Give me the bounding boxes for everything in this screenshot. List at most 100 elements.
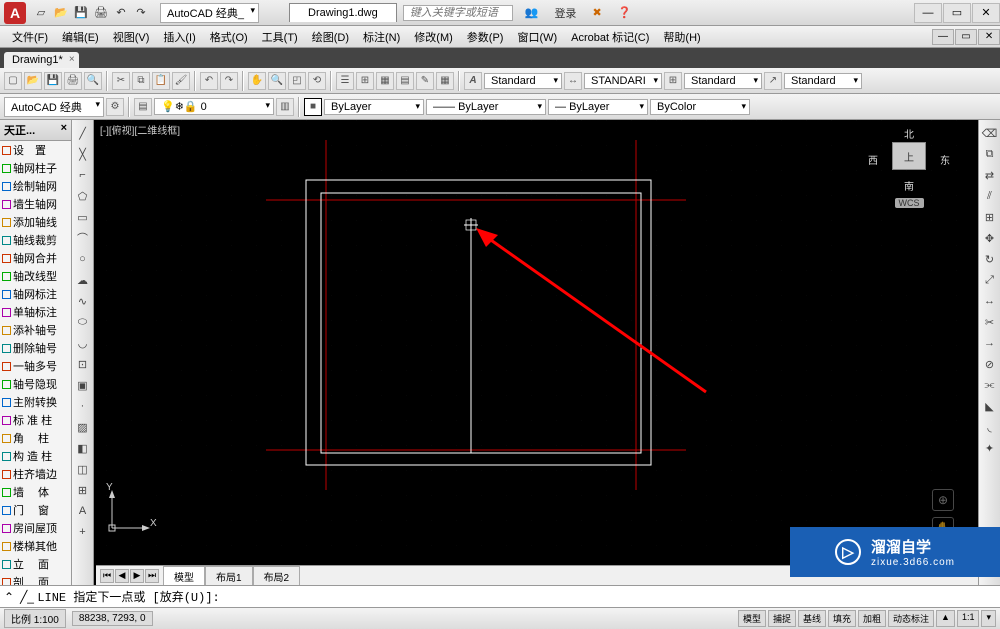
print-icon[interactable]: 🖨: [64, 72, 82, 90]
sidebar-item[interactable]: 轴线裁剪: [0, 231, 71, 249]
fillet-icon[interactable]: ◟: [981, 418, 999, 436]
menu-acrobat[interactable]: Acrobat 标记(C): [565, 27, 655, 47]
sidebar-item[interactable]: 墙 体: [0, 483, 71, 501]
region-icon[interactable]: ◫: [74, 460, 92, 478]
menu-help[interactable]: 帮助(H): [657, 27, 706, 47]
tablestyle-icon[interactable]: ⊞: [664, 72, 682, 90]
layout-prev-icon[interactable]: ◀: [115, 569, 129, 583]
maximize-button[interactable]: ▭: [943, 3, 971, 23]
color-icon[interactable]: ■: [304, 98, 322, 116]
menu-format[interactable]: 格式(O): [204, 27, 254, 47]
sidebar-item[interactable]: 构 造 柱: [0, 447, 71, 465]
layout-last-icon[interactable]: ⏭: [145, 569, 159, 583]
coords-display[interactable]: 88238, 7293, 0: [72, 611, 153, 626]
pan-icon[interactable]: ✋: [248, 72, 266, 90]
exchange-icon[interactable]: ✖: [588, 6, 605, 19]
sidebar-item[interactable]: 楼梯其他: [0, 537, 71, 555]
mtext-icon[interactable]: A: [74, 502, 92, 520]
workspace-dropdown-2[interactable]: AutoCAD 经典: [4, 97, 104, 117]
search-input[interactable]: [403, 5, 513, 21]
sidebar-item[interactable]: 单轴标注: [0, 303, 71, 321]
explode-icon[interactable]: ✦: [981, 439, 999, 457]
compass-west[interactable]: 西: [868, 152, 878, 167]
status-baseline[interactable]: 基线: [798, 610, 826, 627]
rotate-icon[interactable]: ↻: [981, 250, 999, 268]
stretch-icon[interactable]: ↔: [981, 292, 999, 310]
sidebar-item[interactable]: 轴号隐现: [0, 375, 71, 393]
circle-icon[interactable]: ○: [74, 250, 92, 268]
menu-view[interactable]: 视图(V): [107, 27, 156, 47]
dimstyle-icon[interactable]: ↔: [564, 72, 582, 90]
status-more-icon[interactable]: ▾: [981, 610, 996, 627]
polygon-icon[interactable]: ⬠: [74, 187, 92, 205]
ellipsearc-icon[interactable]: ◡: [74, 334, 92, 352]
menu-tools[interactable]: 工具(T): [256, 27, 304, 47]
menu-modify[interactable]: 修改(M): [408, 27, 459, 47]
wcs-label[interactable]: WCS: [895, 198, 924, 208]
infocenter-icon[interactable]: 👥: [521, 6, 543, 19]
mirror-icon[interactable]: ⇄: [981, 166, 999, 184]
properties-icon[interactable]: ☰: [336, 72, 354, 90]
menu-edit[interactable]: 编辑(E): [56, 27, 105, 47]
zoom-icon[interactable]: 🔍: [268, 72, 286, 90]
anno-scale-icon[interactable]: ▲: [936, 610, 955, 627]
spline-icon[interactable]: ∿: [74, 292, 92, 310]
sidebar-item[interactable]: 绘制轴网: [0, 177, 71, 195]
ellipse-icon[interactable]: ⬭: [74, 313, 92, 331]
dimstyle-dropdown[interactable]: STANDARI: [584, 73, 662, 89]
status-model[interactable]: 模型: [738, 610, 766, 627]
preview-icon[interactable]: 🔍: [84, 72, 102, 90]
trim-icon[interactable]: ✂: [981, 313, 999, 331]
point-icon[interactable]: ·: [74, 397, 92, 415]
workspace-settings-icon[interactable]: ⚙: [106, 98, 124, 116]
new-icon[interactable]: ▢: [4, 72, 22, 90]
color-dropdown[interactable]: ByLayer: [324, 99, 424, 115]
status-dyndim[interactable]: 动态标注: [888, 610, 934, 627]
sidebar-item[interactable]: 添加轴线: [0, 213, 71, 231]
sidebar-item[interactable]: 剖 面: [0, 573, 71, 585]
layermanager-icon[interactable]: ▤: [134, 98, 152, 116]
undo-icon[interactable]: ↶: [200, 72, 218, 90]
open-icon[interactable]: 📂: [52, 4, 70, 22]
layer-dropdown[interactable]: 💡❄🔒 0: [154, 98, 274, 115]
layout-first-icon[interactable]: ⏮: [100, 569, 114, 583]
sidebar-item[interactable]: 轴网标注: [0, 285, 71, 303]
offset-icon[interactable]: ⫽: [981, 187, 999, 205]
copy-icon[interactable]: ⧉: [132, 72, 150, 90]
designcenter-icon[interactable]: ⊞: [356, 72, 374, 90]
construction-line-icon[interactable]: ╳: [74, 145, 92, 163]
sidebar-item[interactable]: 立 面: [0, 555, 71, 573]
anno-scale[interactable]: 1:1: [957, 610, 980, 627]
command-history-icon[interactable]: ⌃: [4, 590, 14, 604]
menu-parametric[interactable]: 参数(P): [461, 27, 510, 47]
saveas-icon[interactable]: 🖨: [92, 4, 110, 22]
sidebar-item[interactable]: 轴网柱子: [0, 159, 71, 177]
status-fill[interactable]: 填充: [828, 610, 856, 627]
matchprop-icon[interactable]: 🖌: [172, 72, 190, 90]
paste-icon[interactable]: 📋: [152, 72, 170, 90]
scale-icon[interactable]: ⤢: [981, 271, 999, 289]
workspace-dropdown[interactable]: AutoCAD 经典_: [160, 3, 259, 23]
move-icon[interactable]: ✥: [981, 229, 999, 247]
minimize-button[interactable]: —: [914, 3, 942, 23]
chamfer-icon[interactable]: ◣: [981, 397, 999, 415]
compass-south[interactable]: 南: [904, 178, 914, 193]
textstyle-dropdown[interactable]: Standard: [484, 73, 562, 89]
tablestyle-dropdown[interactable]: Standard: [684, 73, 762, 89]
insertblock-icon[interactable]: ⊡: [74, 355, 92, 373]
mleaderstyle-icon[interactable]: ↗: [764, 72, 782, 90]
makeblock-icon[interactable]: ▣: [74, 376, 92, 394]
copy-icon[interactable]: ⧉: [981, 145, 999, 163]
extend-icon[interactable]: →: [981, 334, 999, 352]
scale-display[interactable]: 比例 1:100: [4, 609, 66, 628]
compass-east[interactable]: 东: [940, 152, 950, 167]
drawing-canvas[interactable]: [-][俯视][二维线框]: [94, 120, 978, 585]
command-line[interactable]: ⌃ ╱_ LINE 指定下一点或 [放弃(U)]:: [0, 585, 1000, 607]
join-icon[interactable]: ⫘: [981, 376, 999, 394]
sidebar-item[interactable]: 轴改线型: [0, 267, 71, 285]
layout-tab-1[interactable]: 布局1: [205, 566, 253, 586]
sidebar-item[interactable]: 主附转换: [0, 393, 71, 411]
zoomprev-icon[interactable]: ⟲: [308, 72, 326, 90]
stayconnected-icon[interactable]: ❓: [614, 6, 636, 19]
save-icon[interactable]: 💾: [44, 72, 62, 90]
